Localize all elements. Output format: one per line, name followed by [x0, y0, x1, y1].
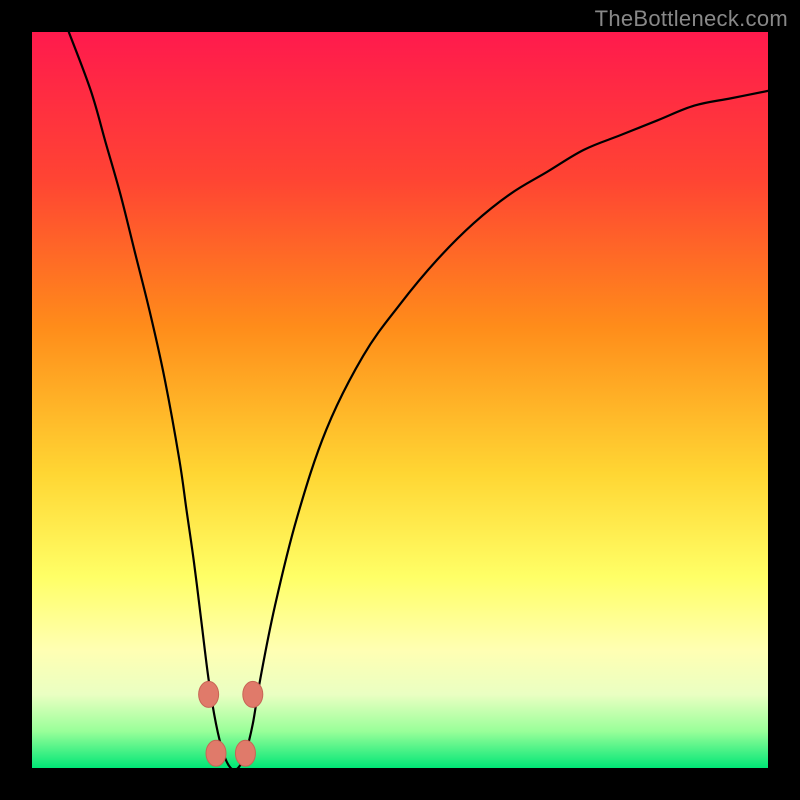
curve-marker-0: [199, 681, 219, 707]
bottleneck-chart: [32, 32, 768, 768]
chart-frame: [32, 32, 768, 768]
curve-marker-1: [206, 740, 226, 766]
curve-marker-2: [235, 740, 255, 766]
watermark-text: TheBottleneck.com: [595, 6, 788, 32]
gradient-background: [32, 32, 768, 768]
curve-marker-3: [243, 681, 263, 707]
